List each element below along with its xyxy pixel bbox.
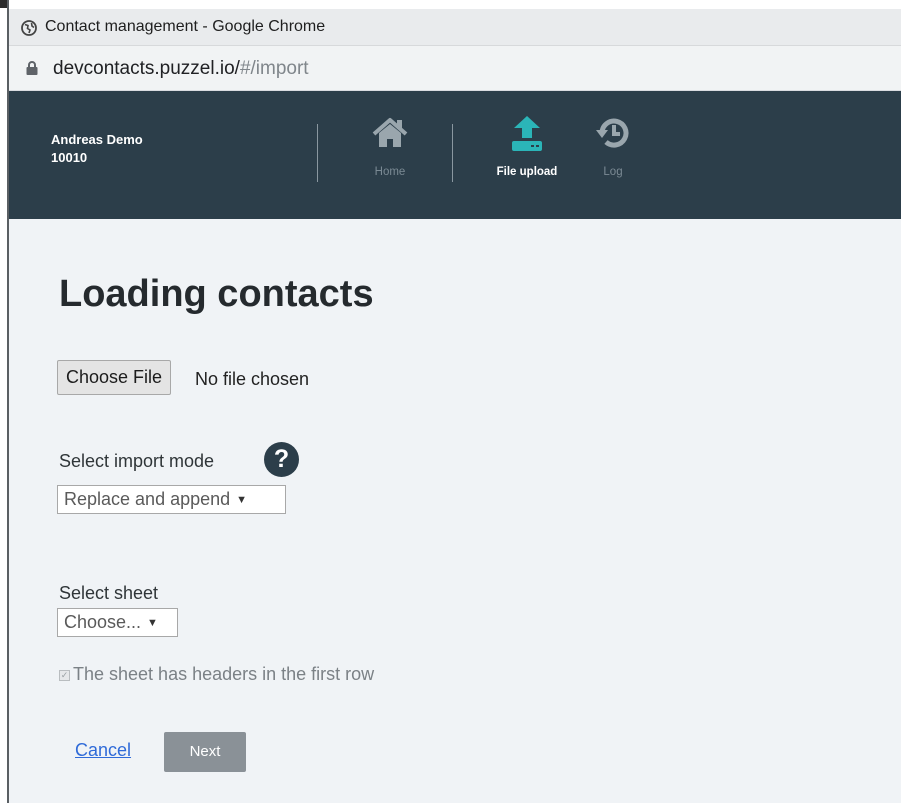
- nav-home-label: Home: [374, 166, 406, 178]
- history-icon: [596, 118, 629, 148]
- title-bar: Contact management - Google Chrome: [9, 9, 901, 46]
- page-title: Loading contacts: [59, 273, 374, 315]
- upload-icon: [512, 116, 542, 151]
- lock-icon: [26, 61, 38, 75]
- nav-file-upload-label: File upload: [496, 166, 558, 178]
- user-name: Andreas Demo: [51, 132, 143, 147]
- file-status-text: No file chosen: [195, 369, 310, 389]
- sheet-select[interactable]: Choose... ▼: [57, 608, 178, 637]
- main-content: Loading contacts Choose File No file cho…: [9, 219, 901, 803]
- home-icon: [372, 118, 408, 147]
- nav-log-label: Log: [603, 166, 623, 178]
- globe-icon: [21, 20, 37, 36]
- browser-window: Contact management - Google Chrome devco…: [9, 0, 901, 803]
- chevron-down-icon: ▼: [236, 494, 248, 506]
- user-id: 10010: [51, 150, 88, 165]
- user-info: Andreas Demo 10010: [51, 131, 143, 167]
- import-mode-value: Replace and append: [64, 489, 231, 509]
- import-mode-select[interactable]: Replace and append ▼: [57, 485, 286, 514]
- headers-checkbox-row: ✓ The sheet has headers in the first row: [59, 663, 374, 685]
- app-header: Andreas Demo 10010 Home File upload Log: [9, 91, 901, 219]
- chevron-down-icon: ▼: [147, 617, 158, 629]
- header-divider: [452, 124, 453, 182]
- next-button[interactable]: Next: [164, 732, 246, 772]
- sheet-value: Choose...: [64, 612, 142, 632]
- headers-checkbox-label: The sheet has headers in the first row: [73, 664, 375, 684]
- help-icon[interactable]: ?: [264, 442, 299, 477]
- sheet-label: Select sheet: [59, 583, 159, 603]
- headers-checkbox[interactable]: ✓: [59, 670, 70, 681]
- nav-home[interactable]: Home: [350, 113, 430, 197]
- import-mode-label: Select import mode: [59, 451, 215, 471]
- window-title: Contact management - Google Chrome: [45, 18, 326, 35]
- nav-file-upload[interactable]: File upload: [487, 113, 567, 197]
- cancel-link[interactable]: Cancel: [75, 739, 131, 761]
- header-divider: [317, 124, 318, 182]
- url-text[interactable]: devcontacts.puzzel.io/#/import: [53, 57, 309, 81]
- address-bar[interactable]: devcontacts.puzzel.io/#/import: [9, 46, 901, 91]
- window-edge: [0, 0, 9, 803]
- choose-file-button[interactable]: Choose File: [57, 360, 172, 395]
- nav-log[interactable]: Log: [583, 113, 643, 197]
